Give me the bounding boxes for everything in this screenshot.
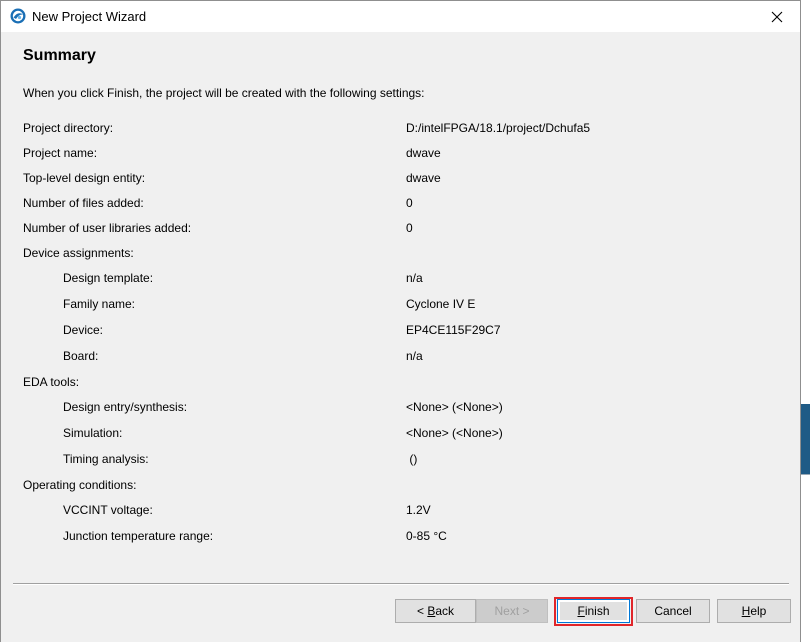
cancel-button[interactable]: Cancel (636, 599, 710, 623)
back-button[interactable]: < Back (395, 599, 476, 623)
settings-row: VCCINT voltage: 1.2V (1, 503, 781, 519)
finish-button[interactable]: Finish (557, 599, 630, 623)
setting-label: Family name: (63, 297, 136, 311)
help-button-mnemonic: H (741, 604, 751, 618)
next-button[interactable]: Next > (476, 599, 548, 623)
intro-text: When you click Finish, the project will … (23, 86, 425, 100)
settings-row: Simulation: <None> (<None>) (1, 426, 781, 442)
settings-row: Number of files added: 0 (1, 196, 781, 212)
help-button[interactable]: Help (717, 599, 791, 623)
back-button-rest: ack (435, 604, 455, 618)
settings-row: Board: n/a (1, 349, 781, 365)
settings-row: Device: EP4CE115F29C7 (1, 323, 781, 339)
settings-row: Top-level design entity: dwave (1, 171, 781, 187)
settings-row: EDA tools: (1, 375, 781, 391)
background-app-edge (800, 0, 810, 642)
setting-value: 0-85 °C (406, 529, 447, 543)
settings-row: Number of user libraries added: 0 (1, 221, 781, 237)
setting-label: Design entry/synthesis: (63, 400, 188, 414)
setting-value: EP4CE115F29C7 (406, 323, 501, 337)
cancel-button-label: Cancel (654, 604, 692, 618)
settings-row: Junction temperature range: 0-85 °C (1, 529, 781, 545)
setting-label: Design template: (63, 271, 154, 285)
quartus-app-icon (10, 8, 26, 24)
setting-label: EDA tools: (23, 375, 80, 389)
setting-value: () (406, 452, 418, 466)
settings-row: Design template: n/a (1, 271, 781, 287)
setting-label: Top-level design entity: (23, 171, 146, 185)
background-app-panel (800, 474, 810, 534)
next-button-label: Next > (494, 604, 530, 618)
button-divider (13, 583, 789, 585)
setting-value: dwave (406, 171, 441, 185)
setting-value: 1.2V (406, 503, 431, 517)
setting-label: Timing analysis: (63, 452, 149, 466)
new-project-wizard-window: New Project Wizard Summary When you clic… (0, 0, 801, 642)
finish-button-mnemonic: F (577, 604, 585, 618)
setting-value: D:/intelFPGA/18.1/project/Dchufa5 (406, 121, 591, 135)
background-app-band (800, 404, 810, 474)
settings-row: Timing analysis: () (1, 452, 781, 468)
settings-row: Family name: Cyclone IV E (1, 297, 781, 313)
settings-row: Project directory: D:/intelFPGA/18.1/proj… (1, 121, 781, 137)
close-icon (771, 11, 783, 22)
setting-label: Operating conditions: (23, 478, 137, 492)
setting-label: Project name: (23, 146, 98, 160)
setting-label: Junction temperature range: (63, 529, 214, 543)
help-button-rest: elp (750, 604, 767, 618)
setting-value: <None> (<None>) (406, 426, 503, 440)
window-title: New Project Wizard (32, 9, 147, 24)
setting-value: 0 (406, 196, 413, 210)
back-button-mnemonic: B (427, 604, 436, 618)
setting-label: Device assignments: (23, 246, 134, 260)
setting-label: Device: (63, 323, 104, 337)
settings-row: Project name: dwave (1, 146, 781, 162)
settings-row: Device assignments: (1, 246, 781, 262)
back-button-prefix: < (416, 604, 428, 618)
setting-value: 0 (406, 221, 413, 235)
page-title: Summary (23, 47, 96, 64)
finish-button-rest: inish (584, 604, 610, 618)
setting-label: VCCINT voltage: (63, 503, 153, 517)
settings-row: Operating conditions: (1, 478, 781, 494)
setting-value: <None> (<None>) (406, 400, 503, 414)
setting-label: Board: (63, 349, 99, 363)
wizard-content: Summary When you click Finish, the proje… (1, 32, 800, 642)
setting-label: Simulation: (63, 426, 123, 440)
close-button[interactable] (754, 1, 800, 32)
setting-value: n/a (406, 271, 423, 285)
title-bar[interactable]: New Project Wizard (1, 1, 800, 32)
setting-value: Cyclone IV E (406, 297, 476, 311)
setting-label: Number of files added: (23, 196, 144, 210)
setting-label: Project directory: (23, 121, 114, 135)
settings-row: Design entry/synthesis: <None> (<None>) (1, 400, 781, 416)
setting-value: n/a (406, 349, 423, 363)
setting-label: Number of user libraries added: (23, 221, 192, 235)
setting-value: dwave (406, 146, 441, 160)
